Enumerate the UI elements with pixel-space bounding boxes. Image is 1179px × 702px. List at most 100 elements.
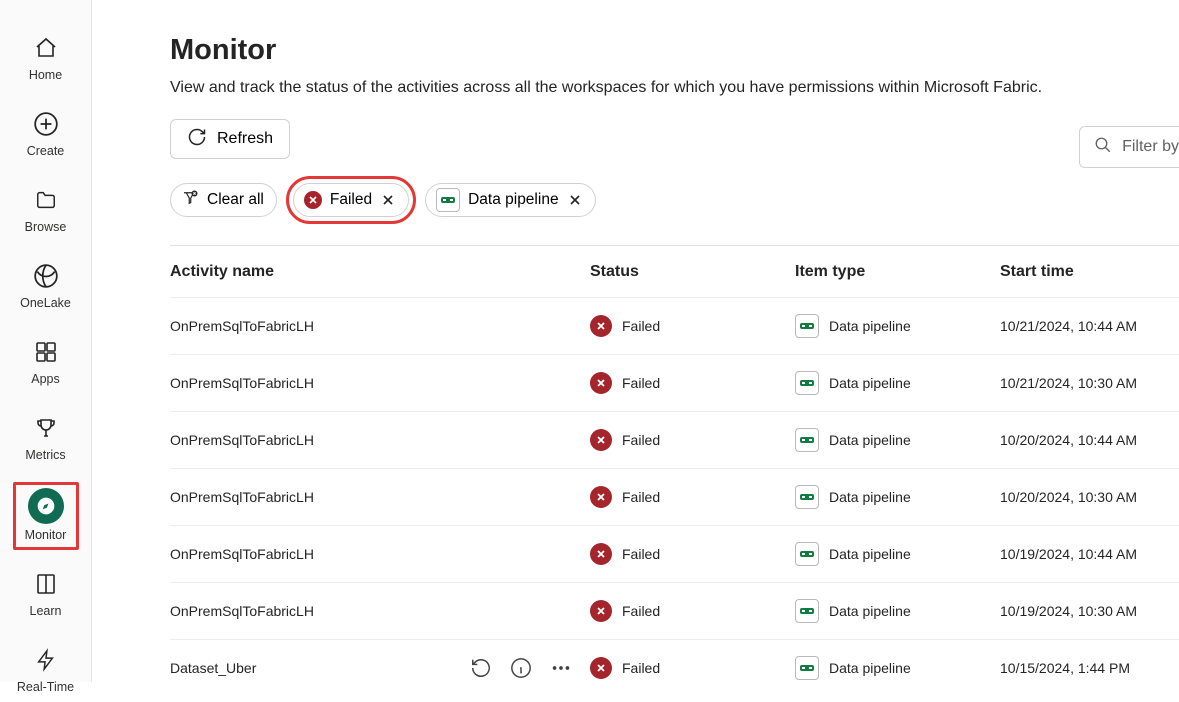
more-icon[interactable]: [550, 657, 572, 679]
nav-label: Metrics: [25, 448, 65, 462]
item-type-cell: Data pipeline: [829, 546, 911, 562]
refresh-button[interactable]: Refresh: [170, 119, 290, 159]
toolbar: Refresh: [170, 119, 1179, 159]
table-row[interactable]: OnPremSqlToFabricLH Failed Data pipeline 10…: [170, 583, 1179, 640]
failed-icon: [590, 657, 612, 679]
close-icon[interactable]: [380, 192, 396, 208]
status-cell: Failed: [622, 546, 660, 562]
col-header-activity-name[interactable]: Activity name: [170, 263, 590, 281]
start-time-cell: 10/19/2024, 10:30 AM: [1000, 603, 1179, 619]
data-pipeline-icon: [795, 371, 819, 395]
failed-icon: [590, 429, 612, 451]
nav-item-realtime[interactable]: Real-Time: [11, 638, 81, 702]
item-type-cell: Data pipeline: [829, 489, 911, 505]
start-time-cell: 10/21/2024, 10:30 AM: [1000, 375, 1179, 391]
item-type-cell: Data pipeline: [829, 432, 911, 448]
activity-name-cell: OnPremSqlToFabricLH: [170, 603, 590, 619]
activities-table: Activity name Status Item type Start tim…: [170, 245, 1179, 682]
data-pipeline-icon: [795, 656, 819, 680]
nav-label: Browse: [25, 220, 67, 234]
table-header-row: Activity name Status Item type Start tim…: [170, 246, 1179, 298]
nav-label: Real-Time: [17, 680, 74, 694]
nav-item-browse[interactable]: Browse: [11, 178, 81, 242]
nav-label: Monitor: [25, 528, 67, 542]
start-time-cell: 10/20/2024, 10:44 AM: [1000, 432, 1179, 448]
clear-filter-icon: [181, 189, 199, 212]
status-cell: Failed: [622, 489, 660, 505]
table-row[interactable]: OnPremSqlToFabricLHFailedData pipeline10…: [170, 298, 1179, 355]
filter-input[interactable]: Filter by: [1079, 126, 1179, 168]
activity-name-cell: OnPremSqlToFabricLH: [170, 546, 590, 562]
failed-icon: [304, 191, 322, 209]
data-pipeline-chip-label: Data pipeline: [468, 191, 558, 209]
clear-all-chip[interactable]: Clear all: [170, 183, 277, 217]
status-cell: Failed: [622, 375, 660, 391]
table-row[interactable]: Dataset_Uber Failed Data pipeline 10/15/202…: [170, 640, 1179, 682]
filter-placeholder: Filter by: [1122, 138, 1179, 156]
rerun-icon[interactable]: [470, 657, 492, 679]
nav-item-apps[interactable]: Apps: [11, 330, 81, 394]
left-nav-rail: Home Create Browse OneLake Apps Metrics: [0, 0, 92, 682]
onelake-icon: [26, 260, 66, 292]
search-icon: [1094, 136, 1112, 159]
status-cell: Failed: [622, 432, 660, 448]
col-header-start-time[interactable]: Start time: [1000, 263, 1179, 281]
activity-name-cell: OnPremSqlToFabricLH: [170, 432, 590, 448]
failed-filter-chip[interactable]: Failed: [293, 183, 409, 217]
item-type-cell: Data pipeline: [829, 660, 911, 676]
nav-label: Learn: [30, 604, 62, 618]
start-time-cell: 10/21/2024, 10:44 AM: [1000, 318, 1179, 334]
lightning-icon: [26, 644, 66, 676]
info-icon[interactable]: [510, 657, 532, 679]
start-time-cell: 10/15/2024, 1:44 PM: [1000, 660, 1179, 676]
start-time-cell: 10/20/2024, 10:30 AM: [1000, 489, 1179, 505]
home-icon: [26, 32, 66, 64]
item-type-cell: Data pipeline: [829, 603, 911, 619]
failed-icon: [590, 315, 612, 337]
status-cell: Failed: [622, 660, 660, 676]
activity-name-cell: OnPremSqlToFabricLH: [170, 489, 590, 505]
nav-item-monitor[interactable]: Monitor: [13, 482, 79, 550]
nav-label: Create: [27, 144, 65, 158]
data-pipeline-filter-chip[interactable]: Data pipeline: [425, 183, 595, 217]
status-cell: Failed: [622, 603, 660, 619]
failed-icon: [590, 543, 612, 565]
nav-item-home[interactable]: Home: [11, 26, 81, 90]
activity-name-cell: Dataset_Uber: [170, 660, 470, 676]
nav-item-metrics[interactable]: Metrics: [11, 406, 81, 470]
nav-item-create[interactable]: Create: [11, 102, 81, 166]
close-icon[interactable]: [567, 192, 583, 208]
item-type-cell: Data pipeline: [829, 318, 911, 334]
compass-icon: [28, 488, 64, 524]
refresh-label: Refresh: [217, 130, 273, 148]
failed-icon: [590, 600, 612, 622]
page-title: Monitor: [170, 34, 1179, 67]
failed-icon: [590, 486, 612, 508]
main-content: Monitor View and track the status of the…: [92, 0, 1179, 682]
data-pipeline-icon: [795, 428, 819, 452]
page-subtitle: View and track the status of the activit…: [170, 79, 1179, 97]
table-row[interactable]: OnPremSqlToFabricLH Failed Data pipeline 10…: [170, 355, 1179, 412]
nav-item-onelake[interactable]: OneLake: [11, 254, 81, 318]
plus-circle-icon: [26, 108, 66, 140]
filter-chips: Clear all Failed Data pipeline: [170, 183, 1179, 217]
nav-label: Apps: [31, 372, 60, 386]
nav-item-learn[interactable]: Learn: [11, 562, 81, 626]
status-cell: Failed: [622, 318, 660, 334]
nav-label: Home: [29, 68, 62, 82]
table-row[interactable]: OnPremSqlToFabricLH Failed Data pipeline 10…: [170, 412, 1179, 469]
start-time-cell: 10/19/2024, 10:44 AM: [1000, 546, 1179, 562]
col-header-item-type[interactable]: Item type: [795, 263, 1000, 281]
row-actions: [470, 657, 572, 679]
apps-icon: [26, 336, 66, 368]
col-header-status[interactable]: Status: [590, 263, 795, 281]
activity-name-cell: OnPremSqlToFabricLH: [170, 375, 590, 391]
table-row[interactable]: OnPremSqlToFabricLH Failed Data pipeline 10…: [170, 526, 1179, 583]
data-pipeline-icon: [795, 542, 819, 566]
table-row[interactable]: OnPremSqlToFabricLH Failed Data pipeline 10…: [170, 469, 1179, 526]
failed-chip-label: Failed: [330, 191, 372, 209]
book-icon: [26, 568, 66, 600]
failed-icon: [590, 372, 612, 394]
trophy-icon: [26, 412, 66, 444]
item-type-cell: Data pipeline: [829, 375, 911, 391]
